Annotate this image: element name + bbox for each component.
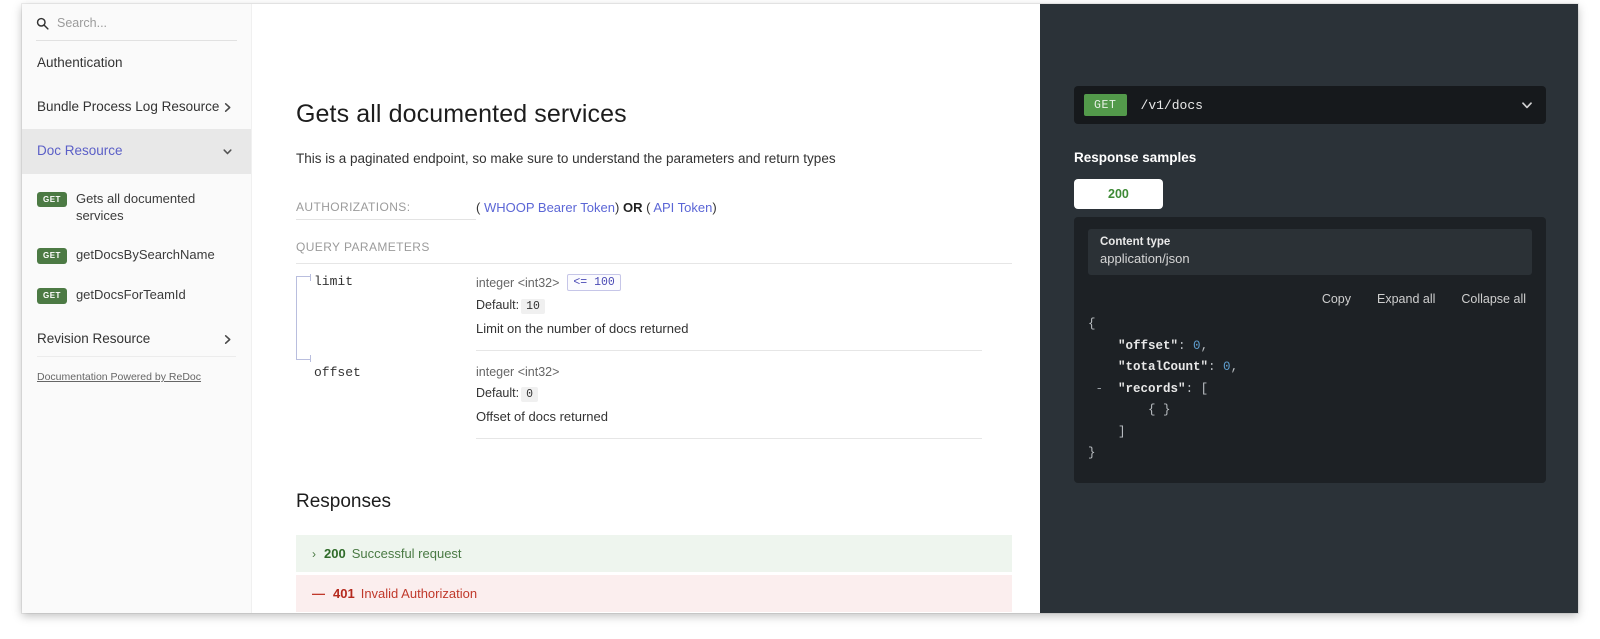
method-badge-get: GET	[37, 248, 67, 264]
parameter-name: limit	[314, 274, 354, 289]
auth-paren-close-2: )	[712, 200, 717, 215]
sidebar-operation-label: getDocsBySearchName	[75, 247, 215, 263]
method-badge-get: GET	[37, 191, 67, 208]
sidebar-operation-label: Gets all documented services	[75, 190, 196, 223]
response-row-200[interactable]: › 200 Successful request	[296, 535, 1012, 572]
chevron-right-icon	[224, 334, 231, 344]
sidebar-footer: Documentation Powered by ReDoc	[37, 356, 236, 383]
content-type-selector[interactable]: Content type application/json	[1088, 229, 1532, 275]
parameter-type: integer <int32>	[476, 275, 560, 290]
json-brace-close: }	[1088, 446, 1096, 460]
json-key-offset: "offset"	[1118, 338, 1179, 353]
endpoint-path: /v1/docs	[1140, 97, 1203, 113]
search-input[interactable]	[57, 16, 222, 30]
parameter-description: Offset of docs returned	[476, 409, 608, 424]
sidebar-item-label: Doc Resource	[37, 143, 123, 159]
json-records-open: [	[1200, 381, 1209, 396]
json-sample: { "offset": 0, "totalCount": 0, - "recor…	[1088, 317, 1239, 460]
authorizations-row: AUTHORIZATIONS: ( WHOOP Bearer Token) OR…	[296, 200, 982, 220]
chevron-down-icon[interactable]	[1520, 98, 1534, 112]
query-parameters-header: QUERY PARAMETERS	[296, 240, 1012, 264]
json-key-records: "records"	[1118, 381, 1186, 396]
parameter-name: offset	[314, 365, 361, 380]
query-parameters-list: limit integer <int32> <= 100 Default: 10 …	[296, 264, 982, 439]
search-box[interactable]	[36, 16, 237, 41]
right-panel: GET /v1/docs Response samples 200 Conten…	[1040, 4, 1578, 613]
sidebar-item-revision-resource[interactable]: Revision Resource	[22, 313, 251, 361]
json-records-item: { }	[1148, 403, 1171, 417]
parameter-tree-bracket	[296, 274, 311, 362]
authorizations-value: ( WHOOP Bearer Token) OR ( API Token)	[476, 200, 717, 215]
parameter-type: integer <int32>	[476, 365, 560, 379]
response-code: 401	[333, 586, 355, 601]
response-row-401[interactable]: — 401 Invalid Authorization	[296, 575, 1012, 612]
response-samples-title: Response samples	[1074, 150, 1197, 165]
search-icon	[36, 17, 49, 30]
dash-icon: —	[312, 586, 325, 601]
response-sample-card: Content type application/json Copy Expan…	[1074, 217, 1546, 483]
json-records-close: ]	[1118, 424, 1126, 439]
sidebar-operation-label: getDocsForTeamId	[75, 287, 186, 303]
powered-by-redoc-link[interactable]: Documentation Powered by ReDoc	[37, 371, 201, 383]
code-actions: Copy Expand all Collapse all	[1088, 292, 1526, 306]
auth-paren-open: (	[476, 200, 481, 215]
auth-paren-close: )	[614, 200, 620, 215]
method-badge-get: GET	[1084, 94, 1127, 116]
main-content: Gets all documented services This is a p…	[252, 4, 1040, 613]
sidebar-item-label: Bundle Process Log Resource	[37, 99, 220, 115]
json-collapse-toggle-records[interactable]: -	[1096, 382, 1104, 396]
copy-button[interactable]: Copy	[1322, 292, 1351, 306]
auth-link-whoop-bearer-token[interactable]: WHOOP Bearer Token	[484, 200, 615, 215]
response-sample-tabs: 200	[1074, 179, 1546, 209]
parameter-default-label: Default:	[476, 386, 520, 400]
content-type-value: application/json	[1100, 251, 1190, 266]
json-key-totalcount: "totalCount"	[1118, 360, 1209, 374]
response-text: Invalid Authorization	[360, 586, 478, 601]
sidebar-item-authentication[interactable]: Authentication	[22, 41, 251, 85]
response-text: Successful request	[351, 546, 462, 561]
sidebar-item-label: Authentication	[37, 55, 123, 70]
parameter-default-value: 0	[521, 387, 538, 402]
sidebar-operation-getdocsbysearchname[interactable]: GET getDocsBySearchName	[22, 233, 251, 273]
redoc-page: Authentication Bundle Process Log Resour…	[22, 4, 1578, 613]
page-title: Gets all documented services	[296, 100, 627, 128]
chevron-right-icon: ›	[312, 546, 316, 561]
responses-title: Responses	[296, 491, 392, 512]
chevron-right-icon	[224, 102, 231, 112]
json-value-offset: 0	[1193, 338, 1201, 353]
sidebar: Authentication Bundle Process Log Resour…	[22, 4, 252, 613]
sidebar-item-doc-resource[interactable]: Doc Resource	[22, 129, 251, 174]
operation-description: This is a paginated endpoint, so make su…	[296, 151, 836, 166]
expand-all-button[interactable]: Expand all	[1377, 292, 1435, 306]
json-brace-open: {	[1088, 317, 1096, 331]
sidebar-operation-getdocsforteamid[interactable]: GET getDocsForTeamId	[22, 273, 251, 313]
parameter-default-label: Default:	[476, 298, 520, 312]
parameter-default-value: 10	[521, 299, 545, 314]
parameter-row-limit: limit integer <int32> <= 100 Default: 10 …	[296, 264, 982, 351]
tab-response-200[interactable]: 200	[1074, 179, 1163, 209]
endpoint-selector[interactable]: GET /v1/docs	[1074, 86, 1546, 124]
parameter-description: Limit on the number of docs returned	[476, 321, 689, 336]
method-badge-get: GET	[37, 288, 67, 304]
json-value-totalcount: 0	[1223, 360, 1231, 374]
sidebar-item-label: Revision Resource	[37, 331, 151, 347]
sidebar-operation-gets-all-documented-services[interactable]: GET Gets all documented services	[22, 182, 251, 234]
auth-paren-open-2: (	[646, 200, 651, 215]
chevron-down-icon	[223, 149, 232, 155]
parameter-row-offset: offset integer <int32> Default: 0 Offset …	[296, 351, 982, 439]
sidebar-item-bundle-process-log-resource[interactable]: Bundle Process Log Resource	[22, 85, 251, 129]
parameter-constraint: <= 100	[567, 274, 621, 291]
collapse-all-button[interactable]: Collapse all	[1461, 292, 1526, 306]
auth-link-api-token[interactable]: API Token	[653, 200, 712, 215]
authorizations-label: AUTHORIZATIONS:	[296, 200, 476, 220]
content-type-label: Content type	[1100, 236, 1171, 248]
auth-operator: OR	[622, 200, 643, 215]
response-code: 200	[324, 546, 346, 561]
